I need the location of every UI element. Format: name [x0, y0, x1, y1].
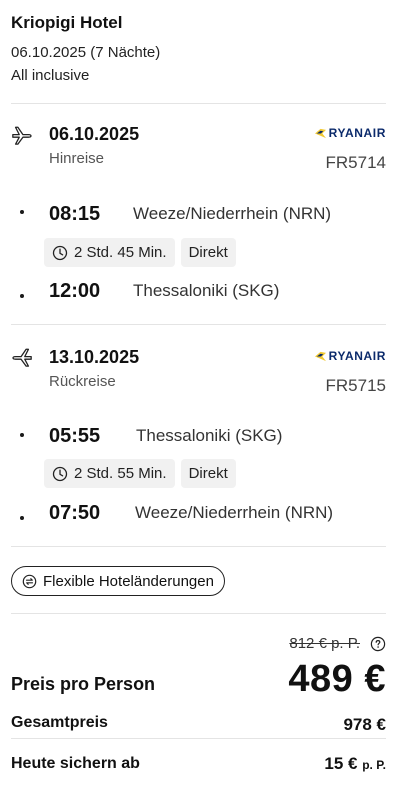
stops-chip: Direkt — [180, 238, 236, 267]
outbound-flight: 06.10.2025 Hinreise RYANAIR FR5714 08:15… — [0, 124, 402, 309]
price-per-person-value: 489 € — [288, 658, 386, 700]
flex-exchange-icon — [22, 574, 37, 588]
deposit-value: 15 € p. P. — [324, 754, 386, 774]
airline-logo: RYANAIR — [314, 126, 386, 140]
return-date: 13.10.2025 — [49, 347, 140, 367]
duration-chip: 2 Std. 45 Min. — [44, 238, 175, 267]
return-departure-airport: Thessaloniki (SKG) — [136, 426, 283, 445]
hotel-board: All inclusive — [11, 67, 90, 84]
outbound-arrival-time: 12:00 — [49, 280, 101, 302]
total-price-value: 978 € — [343, 715, 386, 734]
arrival-dot — [20, 516, 24, 520]
return-info-chips: 2 Std. 55 Min. Direkt — [44, 459, 236, 488]
hotel-dates: 06.10.2025 (7 Nächte) — [11, 44, 161, 61]
flexible-hotel-changes-label: Flexible Hoteländerungen — [43, 572, 214, 590]
airline-logo: RYANAIR — [314, 349, 386, 363]
old-price: 812 € p. P. — [289, 635, 360, 652]
duration-text: 2 Std. 45 Min. — [74, 244, 167, 261]
outbound-arrival-airport: Thessaloniki (SKG) — [133, 281, 280, 300]
divider — [11, 103, 386, 104]
outbound-date: 06.10.2025 — [49, 124, 140, 144]
deposit-suffix: p. P. — [362, 758, 386, 772]
duration-chip: 2 Std. 55 Min. — [44, 459, 175, 488]
ryanair-harp-icon — [314, 351, 326, 361]
departure-dot — [20, 210, 24, 214]
outbound-departure-airport: Weeze/Niederrhein (NRN) — [133, 204, 332, 223]
arrival-dot — [20, 294, 24, 298]
stops-text: Direkt — [188, 244, 228, 261]
departure-dot — [20, 433, 24, 437]
plane-arrival-icon — [12, 348, 32, 367]
divider — [11, 613, 386, 614]
hotel-summary: Kriopigi Hotel 06.10.2025 (7 Nächte) All… — [11, 12, 160, 86]
return-label: Rückreise — [49, 373, 116, 390]
airline-name: RYANAIR — [328, 126, 386, 140]
outbound-flight-number: FR5714 — [325, 153, 386, 172]
stops-text: Direkt — [188, 465, 228, 482]
clock-icon — [52, 245, 68, 260]
return-arrival-time: 07:50 — [49, 502, 101, 524]
return-flight: 13.10.2025 Rückreise RYANAIR FR5715 05:5… — [0, 347, 402, 532]
deposit-label: Heute sichern ab — [11, 755, 140, 772]
price-per-person-label: Preis pro Person — [11, 674, 156, 694]
outbound-departure-time: 08:15 — [49, 203, 101, 225]
total-price-label: Gesamtpreis — [11, 714, 108, 731]
question-info-icon[interactable] — [370, 636, 386, 652]
return-flight-number: FR5715 — [325, 376, 386, 395]
ryanair-harp-icon — [314, 128, 326, 138]
airline-name: RYANAIR — [328, 349, 386, 363]
divider — [11, 738, 386, 739]
flexible-hotel-changes-button[interactable]: Flexible Hoteländerungen — [11, 566, 225, 596]
clock-icon — [52, 466, 68, 481]
hotel-name: Kriopigi Hotel — [11, 13, 123, 32]
outbound-label: Hinreise — [49, 150, 105, 167]
stops-chip: Direkt — [180, 459, 236, 488]
deposit-amount: 15 € — [324, 754, 358, 773]
duration-text: 2 Std. 55 Min. — [74, 465, 167, 482]
divider — [11, 324, 386, 325]
outbound-info-chips: 2 Std. 45 Min. Direkt — [44, 238, 236, 267]
divider — [11, 546, 386, 547]
return-arrival-airport: Weeze/Niederrhein (NRN) — [135, 503, 334, 522]
plane-departure-icon — [12, 126, 32, 145]
return-departure-time: 05:55 — [49, 425, 101, 447]
